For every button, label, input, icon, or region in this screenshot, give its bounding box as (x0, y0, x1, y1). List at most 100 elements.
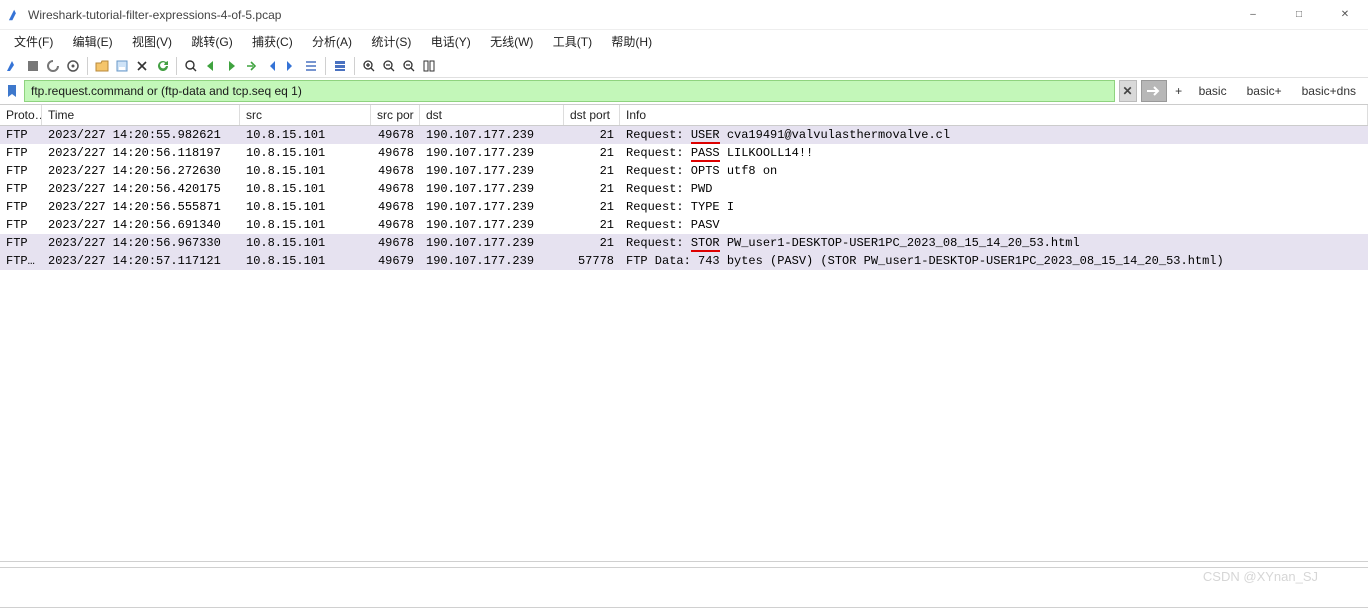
open-file-icon[interactable] (93, 57, 111, 75)
cell-time: 2023/227 14:20:56.967330 (42, 234, 240, 252)
display-filter-input[interactable] (24, 80, 1115, 102)
go-forward-icon[interactable] (222, 57, 240, 75)
cell-info: Request: USER cva19491@valvulasthermoval… (620, 126, 1368, 144)
close-button[interactable]: ✕ (1322, 0, 1368, 30)
filter-add-button[interactable]: + (1171, 80, 1187, 102)
menu-view[interactable]: 视图(V) (124, 32, 180, 51)
cell-info: Request: PASV (620, 216, 1368, 234)
menu-tools[interactable]: 工具(T) (545, 32, 600, 51)
annotation-mark: STOR (691, 237, 720, 252)
cell-srcport: 49679 (371, 252, 420, 270)
cell-protocol: FTP… (0, 252, 42, 270)
packet-row[interactable]: FTP2023/227 14:20:55.98262110.8.15.10149… (0, 126, 1368, 144)
menu-capture[interactable]: 捕获(C) (244, 32, 301, 51)
packet-row[interactable]: FTP2023/227 14:20:56.27263010.8.15.10149… (0, 162, 1368, 180)
cell-protocol: FTP (0, 144, 42, 162)
cell-src: 10.8.15.101 (240, 144, 371, 162)
cell-srcport: 49678 (371, 234, 420, 252)
go-back-icon[interactable] (202, 57, 220, 75)
cell-dst: 190.107.177.239 (420, 216, 564, 234)
packet-row[interactable]: FTP2023/227 14:20:56.96733010.8.15.10149… (0, 234, 1368, 252)
annotation-mark: PASS (691, 147, 720, 162)
filter-clear-button[interactable]: ✕ (1119, 80, 1137, 102)
cell-protocol: FTP (0, 126, 42, 144)
menu-file[interactable]: 文件(F) (6, 32, 61, 51)
cell-src: 10.8.15.101 (240, 216, 371, 234)
cell-protocol: FTP (0, 162, 42, 180)
resize-columns-icon[interactable] (420, 57, 438, 75)
cell-dst: 190.107.177.239 (420, 126, 564, 144)
zoom-reset-icon[interactable] (400, 57, 418, 75)
cell-info: Request: PASS LILKOOLL14!! (620, 144, 1368, 162)
zoom-out-icon[interactable] (380, 57, 398, 75)
colorize-icon[interactable] (331, 57, 349, 75)
menu-goto[interactable]: 跳转(G) (183, 32, 240, 51)
cell-srcport: 49678 (371, 180, 420, 198)
packet-row[interactable]: FTP2023/227 14:20:56.55587110.8.15.10149… (0, 198, 1368, 216)
menu-analyze[interactable]: 分析(A) (304, 32, 360, 51)
start-capture-icon[interactable] (4, 57, 22, 75)
menu-edit[interactable]: 编辑(E) (65, 32, 121, 51)
cell-dst: 190.107.177.239 (420, 252, 564, 270)
col-header-src[interactable]: src (240, 105, 371, 125)
menu-telephony[interactable]: 电话(Y) (423, 32, 479, 51)
menu-help[interactable]: 帮助(H) (603, 32, 660, 51)
cell-srcport: 49678 (371, 162, 420, 180)
col-header-dst[interactable]: dst (420, 105, 564, 125)
close-file-icon[interactable] (133, 57, 151, 75)
cell-dstport: 21 (564, 216, 620, 234)
go-to-packet-icon[interactable] (242, 57, 260, 75)
col-header-protocol[interactable]: Proto… (0, 105, 42, 125)
auto-scroll-icon[interactable] (302, 57, 320, 75)
display-filter-bar: ✕ + basic basic+ basic+dns (0, 78, 1368, 104)
save-file-icon[interactable] (113, 57, 131, 75)
zoom-in-icon[interactable] (360, 57, 378, 75)
cell-dst: 190.107.177.239 (420, 144, 564, 162)
cell-dstport: 21 (564, 180, 620, 198)
packet-list[interactable]: FTP2023/227 14:20:55.98262110.8.15.10149… (0, 126, 1368, 561)
menu-wireless[interactable]: 无线(W) (482, 32, 541, 51)
minimize-button[interactable]: – (1230, 0, 1276, 30)
cell-info: FTP Data: 743 bytes (PASV) (STOR PW_user… (620, 252, 1368, 270)
filter-bookmark-icon[interactable] (4, 80, 20, 102)
packet-row[interactable]: FTP2023/227 14:20:56.69134010.8.15.10149… (0, 216, 1368, 234)
app-logo-icon (8, 8, 22, 22)
cell-src: 10.8.15.101 (240, 252, 371, 270)
packet-row[interactable]: FTP2023/227 14:20:56.42017510.8.15.10149… (0, 180, 1368, 198)
cell-protocol: FTP (0, 216, 42, 234)
cell-protocol: FTP (0, 180, 42, 198)
cell-srcport: 49678 (371, 144, 420, 162)
quickfilter-basic-dns[interactable]: basic+dns (1294, 80, 1364, 102)
col-header-srcport[interactable]: src por (371, 105, 420, 125)
cell-time: 2023/227 14:20:56.420175 (42, 180, 240, 198)
go-last-icon[interactable] (282, 57, 300, 75)
quickfilter-basic[interactable]: basic (1191, 80, 1235, 102)
capture-options-icon[interactable] (64, 57, 82, 75)
maximize-button[interactable]: □ (1276, 0, 1322, 30)
col-header-time[interactable]: Time (42, 105, 240, 125)
packet-list-header: Proto… Time src src por dst dst port Inf… (0, 104, 1368, 126)
quickfilter-basic-plus[interactable]: basic+ (1239, 80, 1290, 102)
col-header-info[interactable]: Info (620, 105, 1368, 125)
packet-row[interactable]: FTP…2023/227 14:20:57.11712110.8.15.1014… (0, 252, 1368, 270)
cell-time: 2023/227 14:20:57.117121 (42, 252, 240, 270)
go-first-icon[interactable] (262, 57, 280, 75)
col-header-dstport[interactable]: dst port (564, 105, 620, 125)
cell-dstport: 21 (564, 198, 620, 216)
filter-apply-button[interactable] (1141, 80, 1167, 102)
stop-capture-icon[interactable] (24, 57, 42, 75)
packet-row[interactable]: FTP2023/227 14:20:56.11819710.8.15.10149… (0, 144, 1368, 162)
menubar: 文件(F) 编辑(E) 视图(V) 跳转(G) 捕获(C) 分析(A) 统计(S… (0, 30, 1368, 52)
packet-detail-pane[interactable] (0, 567, 1368, 607)
cell-srcport: 49678 (371, 198, 420, 216)
window-title: Wireshark-tutorial-filter-expressions-4-… (28, 8, 281, 22)
cell-time: 2023/227 14:20:56.272630 (42, 162, 240, 180)
menu-statistics[interactable]: 统计(S) (363, 32, 419, 51)
find-packet-icon[interactable] (182, 57, 200, 75)
cell-info: Request: PWD (620, 180, 1368, 198)
cell-info: Request: TYPE I (620, 198, 1368, 216)
reload-file-icon[interactable] (153, 57, 171, 75)
restart-capture-icon[interactable] (44, 57, 62, 75)
cell-dst: 190.107.177.239 (420, 162, 564, 180)
cell-dstport: 57778 (564, 252, 620, 270)
